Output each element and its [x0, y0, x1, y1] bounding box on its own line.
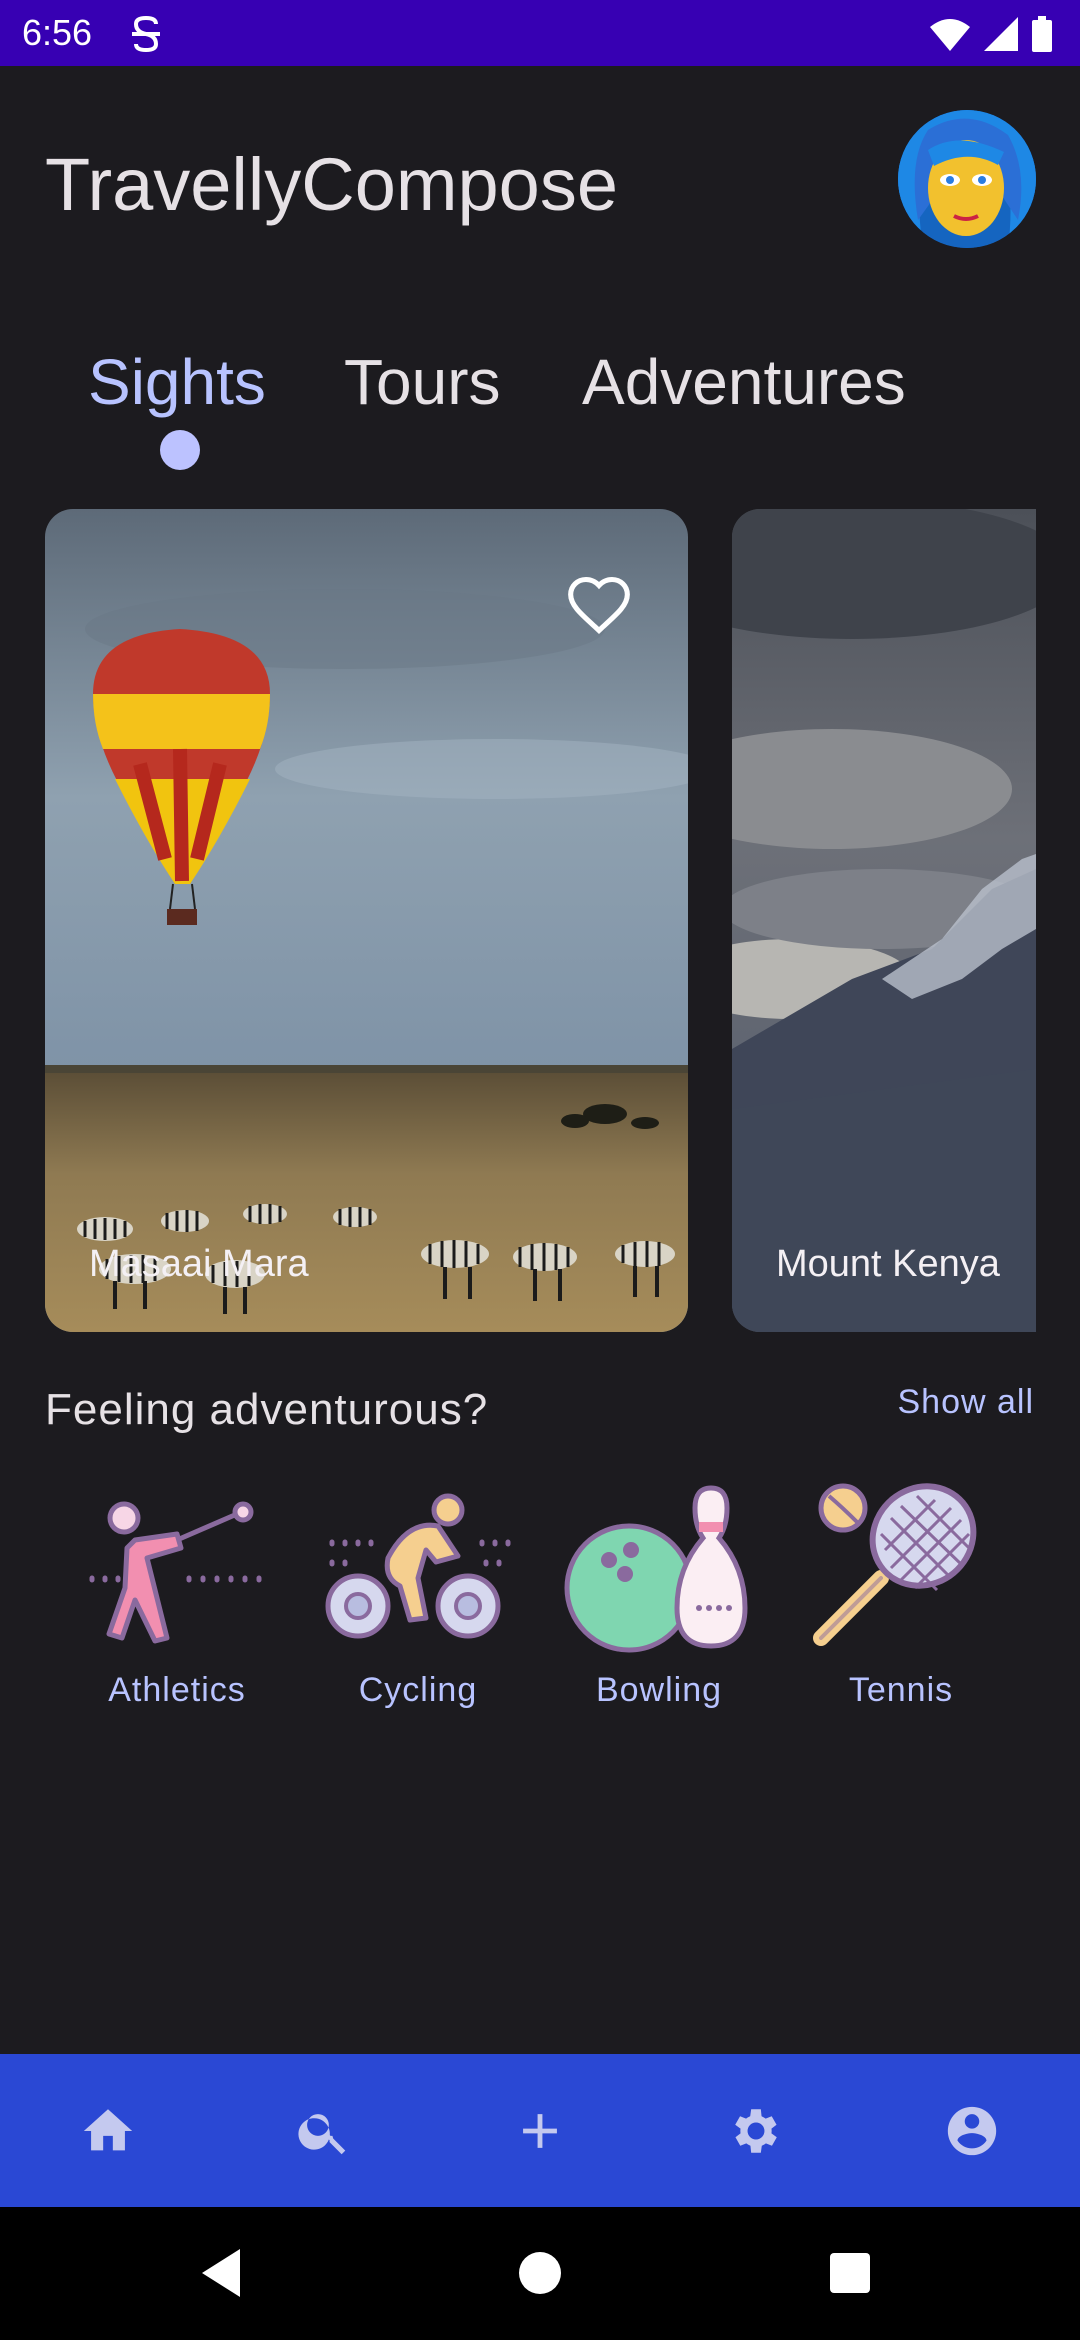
tab-indicator: [160, 430, 200, 470]
nav-settings[interactable]: [719, 2094, 793, 2168]
activity-label: Cycling: [358, 1671, 478, 1709]
sight-card-mount-kenya[interactable]: Mount Kenya: [732, 509, 1036, 1332]
account-icon: [947, 2106, 997, 2156]
activity-cycling[interactable]: Cycling: [318, 1478, 518, 1712]
app-title: TravellyCompose: [45, 143, 618, 226]
avatar-image: [898, 110, 1036, 248]
back-icon[interactable]: [196, 2243, 256, 2303]
settings-icon: [735, 2109, 777, 2153]
tennis-icon: [813, 1483, 977, 1646]
mount-kenya-image: [732, 509, 1036, 1332]
tab-sights[interactable]: Sights: [88, 342, 266, 422]
recents-icon[interactable]: [820, 2243, 880, 2303]
section-title: Feeling adventurous?: [45, 1385, 489, 1434]
search-icon: [298, 2114, 346, 2155]
athletics-icon: [89, 1501, 262, 1644]
card-label: Mount Kenya: [776, 1243, 1000, 1285]
status-bar: 6:56: [0, 0, 1080, 66]
activity-label: Tennis: [848, 1671, 954, 1709]
bowling-icon: [564, 1485, 748, 1653]
activity-bowling[interactable]: Bowling: [559, 1478, 759, 1712]
wifi-icon: [930, 19, 970, 51]
nav-search[interactable]: [287, 2094, 361, 2168]
tab-tours[interactable]: Tours: [344, 342, 501, 422]
home-icon: [83, 2109, 133, 2151]
signal-icon: [984, 17, 1018, 51]
home-circle-icon[interactable]: [510, 2243, 570, 2303]
activity-label: Bowling: [595, 1671, 723, 1709]
status-icons: [930, 14, 1052, 54]
tab-adventures[interactable]: Adventures: [582, 342, 906, 422]
activity-label: Athletics: [108, 1671, 246, 1709]
activity-athletics[interactable]: Athletics: [77, 1478, 277, 1712]
nav-home[interactable]: [71, 2094, 145, 2168]
card-label: Masaai Mara: [89, 1243, 309, 1285]
system-navigation-bar: [0, 2207, 1080, 2340]
cycling-icon: [325, 1493, 511, 1639]
add-icon: [523, 2114, 557, 2148]
nav-add[interactable]: [503, 2094, 577, 2168]
show-all-link[interactable]: Show all: [897, 1380, 1034, 1424]
bottom-navigation: [0, 2054, 1080, 2207]
nav-account[interactable]: [935, 2094, 1009, 2168]
status-time: 6:56: [22, 12, 93, 53]
activity-tennis[interactable]: Tennis: [801, 1478, 1001, 1712]
sync-status-icon: [132, 15, 160, 53]
avatar[interactable]: [898, 110, 1036, 248]
heart-outline-icon[interactable]: [565, 571, 633, 639]
battery-icon: [1032, 16, 1052, 52]
sight-card-masaai-mara[interactable]: Masaai Mara: [45, 509, 688, 1332]
